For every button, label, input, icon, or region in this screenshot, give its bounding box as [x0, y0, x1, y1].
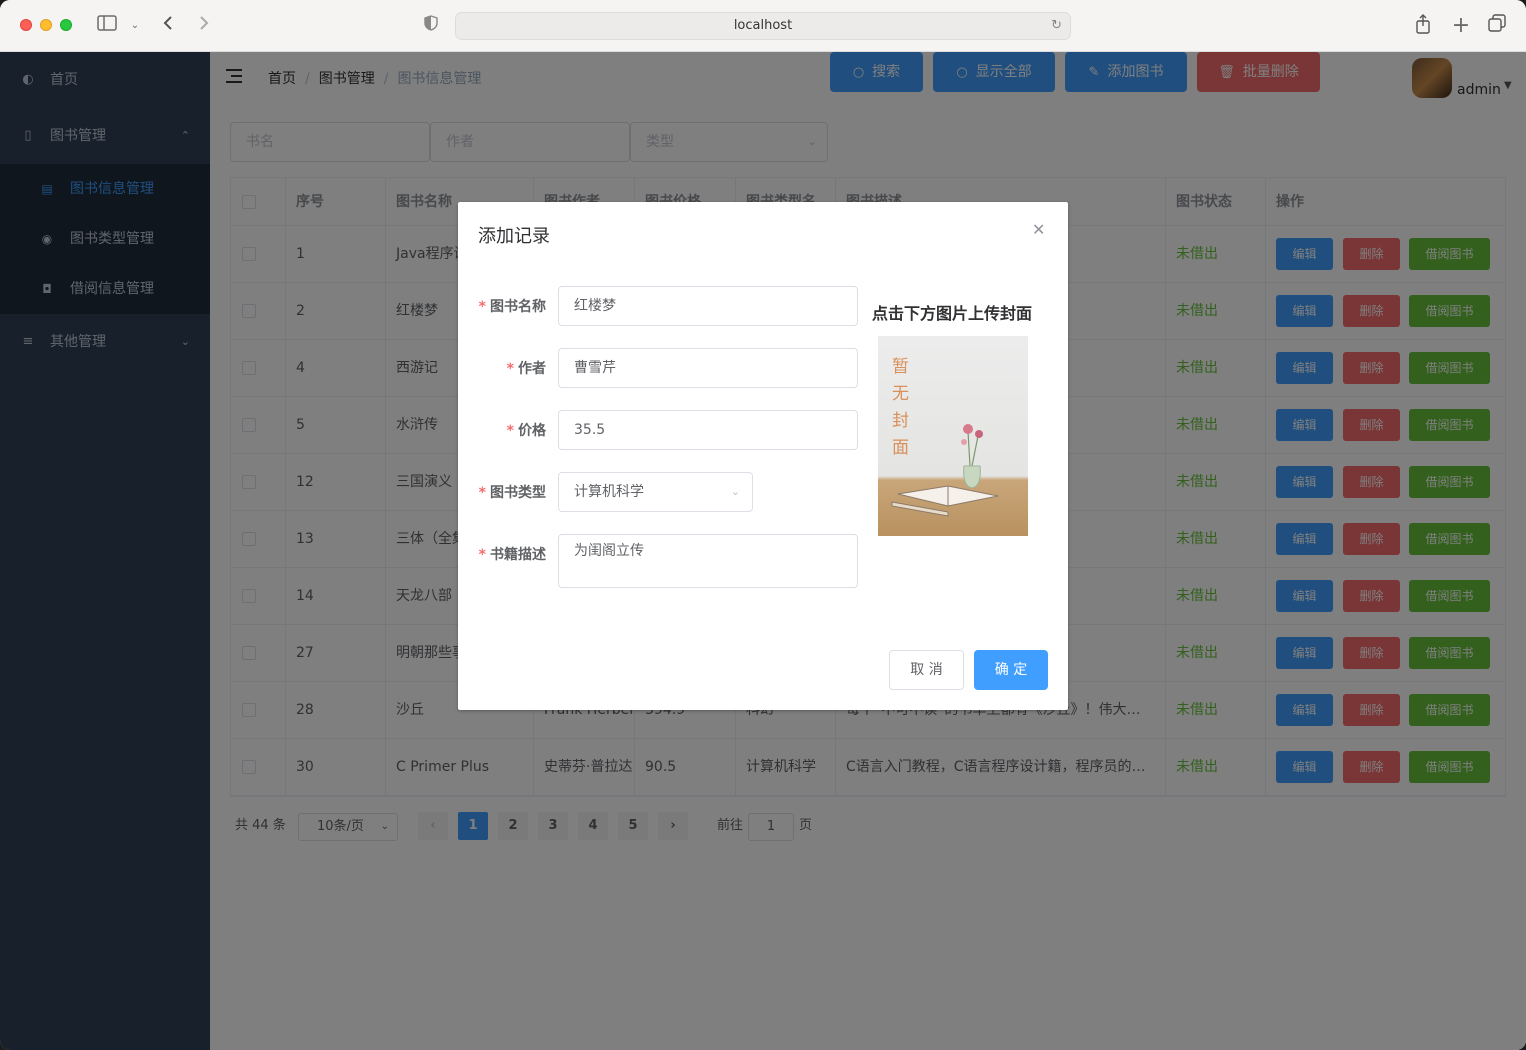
upload-cover-title: 点击下方图片上传封面 — [872, 304, 1033, 323]
label-price: * 价格 — [506, 423, 546, 439]
confirm-button[interactable]: 确 定 — [974, 650, 1048, 690]
cover-upload-image[interactable]: 暂无封面 — [878, 336, 1028, 536]
tabs-overview-icon[interactable] — [1486, 14, 1508, 38]
sidebar-toggle-icon[interactable] — [96, 14, 118, 38]
chevron-down-icon: ⌄ — [730, 485, 740, 498]
url-text: localhost — [733, 18, 793, 33]
reload-icon[interactable]: ↻ — [1051, 13, 1062, 39]
book-name-field[interactable]: 红楼梦 — [558, 286, 858, 326]
description-textarea[interactable]: 为闺阁立传 — [558, 534, 858, 588]
shield-icon — [422, 14, 440, 38]
label-book-type: * 图书类型 — [478, 485, 546, 501]
close-window-button[interactable] — [20, 19, 32, 31]
cancel-button[interactable]: 取 消 — [889, 650, 964, 690]
label-description: * 书籍描述 — [478, 547, 546, 563]
browser-toolbar: ⌄ localhost ↻ + — [0, 0, 1526, 52]
label-author: * 作者 — [506, 361, 546, 377]
share-icon[interactable] — [1412, 14, 1434, 38]
author-field[interactable]: 曹雪芹 — [558, 348, 858, 388]
back-icon[interactable] — [158, 14, 178, 38]
new-tab-icon[interactable]: + — [1450, 14, 1472, 38]
browser-window: ⌄ localhost ↻ + ◐ 首页 ▯ 图书管理 ⌃ — [0, 0, 1526, 1050]
address-bar[interactable]: localhost ↻ — [455, 12, 1071, 40]
forward-icon[interactable] — [194, 14, 214, 38]
book-type-select[interactable]: 计算机科学 ⌄ — [558, 472, 753, 512]
close-icon[interactable]: ✕ — [1032, 220, 1045, 239]
chevron-down-icon[interactable]: ⌄ — [128, 14, 142, 38]
dialog-title: 添加记录 — [478, 226, 550, 247]
minimize-window-button[interactable] — [40, 19, 52, 31]
book-illustration-icon — [891, 424, 999, 517]
add-record-dialog: 添加记录 ✕ * 图书名称 红楼梦 * 作者 曹雪芹 * 价格 35.5 * 图书类型 … — [458, 202, 1068, 710]
label-book-name: * 图书名称 — [478, 299, 546, 315]
zoom-window-button[interactable] — [60, 19, 72, 31]
price-field[interactable]: 35.5 — [558, 410, 858, 450]
